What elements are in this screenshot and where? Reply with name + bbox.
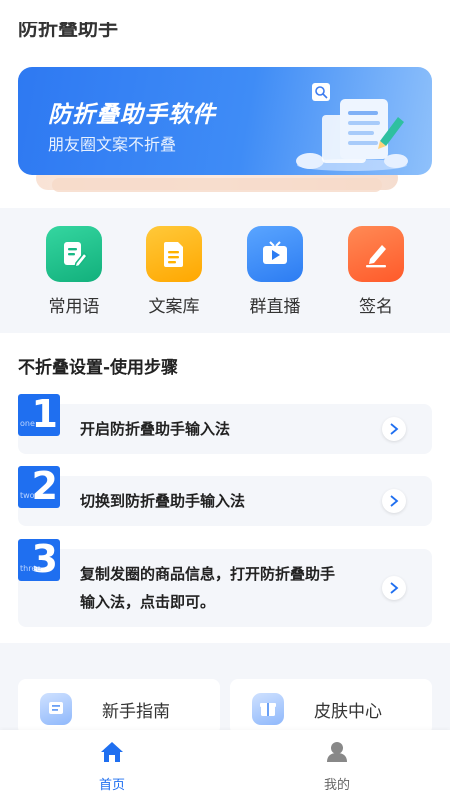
shortcut-copy-library[interactable]: 文案库 <box>134 226 214 317</box>
tab-label: 我的 <box>323 778 350 793</box>
chevron-right-icon[interactable] <box>382 417 406 441</box>
tab-home[interactable]: 首页 <box>72 740 152 793</box>
section-title: 不折叠设置-使用步骤 <box>18 358 179 378</box>
gift-icon <box>252 693 284 725</box>
bottom-tab-bar: 首页 我的 <box>0 730 450 800</box>
usage-steps-section: 不折叠设置-使用步骤 1 one 开启防折叠助手输入法 2 two 切换到防折叠… <box>0 333 450 643</box>
feature-cards: 新手指南 皮肤中心 <box>0 663 450 735</box>
banner-shadow-decor-2 <box>52 178 382 192</box>
card-skin-center[interactable]: 皮肤中心 <box>230 679 432 735</box>
banner-title: 防折叠助手软件 <box>48 102 216 128</box>
shortcut-group-live[interactable]: 群直播 <box>235 226 315 317</box>
shortcut-label: 群直播 <box>249 297 301 317</box>
step-text: 切换到防折叠助手输入法 <box>80 492 246 510</box>
tab-mine[interactable]: 我的 <box>297 740 377 793</box>
step-number-badge: 3 three <box>18 539 60 581</box>
document-icon <box>146 226 202 282</box>
card-beginner-guide[interactable]: 新手指南 <box>18 679 220 735</box>
shortcut-label: 文案库 <box>148 297 200 317</box>
guide-icon <box>40 693 72 725</box>
step-item-3[interactable]: 3 three 复制发圈的商品信息，打开防折叠助手 输入法，点击即可。 <box>18 539 432 627</box>
card-label: 皮肤中心 <box>314 702 382 722</box>
edit-doc-icon <box>46 226 102 282</box>
step-number-badge: 2 two <box>18 466 60 508</box>
tv-play-icon <box>247 226 303 282</box>
step-text: 开启防折叠助手输入法 <box>80 420 231 438</box>
step-text-line-2: 输入法，点击即可。 <box>80 593 216 611</box>
documents-illustration-icon <box>296 83 408 171</box>
step-item-2[interactable]: 2 two 切换到防折叠助手输入法 <box>18 466 432 526</box>
step-number-badge: 1 one <box>18 394 60 436</box>
home-icon <box>101 742 123 762</box>
shortcut-signature[interactable]: 签名 <box>336 226 416 317</box>
promo-banner[interactable]: 防折叠助手软件 朋友圈文案不折叠 <box>18 67 432 175</box>
chevron-right-icon[interactable] <box>382 489 406 513</box>
shortcut-label: 常用语 <box>48 297 100 317</box>
user-icon <box>327 742 347 762</box>
step-text-line-1: 复制发圈的商品信息，打开防折叠助手 <box>80 565 336 583</box>
shortcut-grid: 常用语 文案库 群直播 签名 <box>0 208 450 333</box>
pen-sign-icon <box>348 226 404 282</box>
chevron-right-icon[interactable] <box>382 576 406 600</box>
partial-header-text: 防折叠助手 <box>18 22 118 40</box>
card-label: 新手指南 <box>102 702 170 722</box>
shortcut-label: 签名 <box>359 297 393 317</box>
banner-subtitle: 朋友圈文案不折叠 <box>48 135 177 154</box>
tab-label: 首页 <box>98 778 125 793</box>
shortcut-phrases[interactable]: 常用语 <box>34 226 114 317</box>
banner-section: 防折叠助手 防折叠助手软件 朋友圈文案不折叠 <box>0 0 450 208</box>
step-item-1[interactable]: 1 one 开启防折叠助手输入法 <box>18 394 432 454</box>
